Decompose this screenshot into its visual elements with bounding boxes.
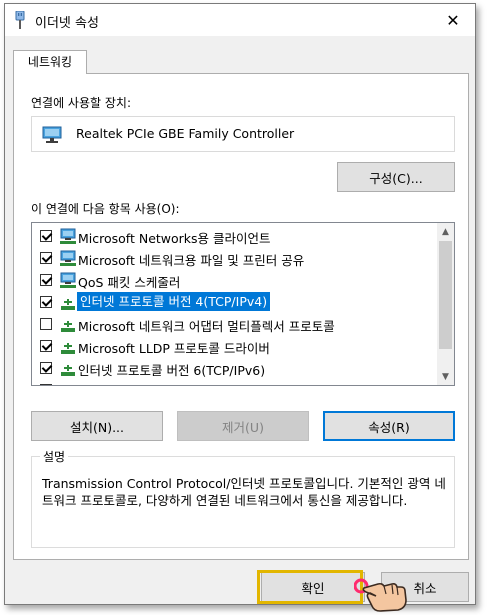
item-checkbox[interactable]: [40, 252, 52, 264]
properties-dialog: 이더넷 속성 ✕ 네트워킹 연결에 사용할 장치: Realtek PCIe G…: [4, 3, 476, 605]
list-item[interactable]: Microsoft 네트워크 어댑터 멀티플렉서 프로토콜: [32, 313, 436, 335]
adapter-name: Realtek PCIe GBE Family Controller: [76, 126, 295, 141]
protocol-icon: [61, 343, 75, 354]
item-checkbox[interactable]: [40, 340, 52, 352]
list-item[interactable]: 인터넷 프로토콜 버전 6(TCP/IPv6): [32, 357, 436, 379]
item-label: 인터넷 프로토콜 버전 4(TCP/IPv4): [77, 292, 271, 311]
protocol-icon: [61, 299, 75, 310]
items-label: 이 연결에 다음 항목 사용(O):: [31, 202, 180, 216]
item-checkbox[interactable]: [40, 230, 52, 242]
item-checkbox[interactable]: [40, 274, 52, 286]
item-label: 인터넷 프로토콜 버전 6(TCP/IPv6): [78, 363, 266, 378]
properties-button[interactable]: 속성(R): [323, 411, 455, 441]
protocol-icon: [61, 321, 75, 332]
item-label: QoS 패킷 스케줄러: [78, 275, 181, 290]
list-item[interactable]: Microsoft Networks용 클라이언트: [32, 225, 436, 247]
protocol-icon: [59, 381, 77, 386]
hand-pointer-icon: [354, 578, 407, 612]
ok-highlight-frame: [257, 570, 363, 604]
item-checkbox[interactable]: [40, 362, 52, 374]
ethernet-plug-icon: [15, 11, 25, 29]
network-adapter-icon: [42, 126, 62, 143]
item-label: Microsoft 네트워크 어댑터 멀티플렉서 프로토콜: [78, 319, 335, 334]
tab-networking[interactable]: 네트워킹: [13, 50, 87, 74]
list-scrollbar[interactable]: ▲ ▼: [437, 223, 454, 385]
list-item[interactable]: 인터넷 프로토콜 버전 4(TCP/IPv4): [32, 291, 436, 313]
close-icon: ✕: [446, 10, 460, 30]
adapter-field: Realtek PCIe GBE Family Controller: [31, 116, 455, 152]
item-label: Microsoft Networks용 클라이언트: [78, 231, 271, 246]
item-checkbox[interactable]: [40, 296, 52, 308]
title-bar: 이더넷 속성 ✕: [5, 4, 475, 36]
list-item[interactable]: Microsoft LLDP 프로토콜 드라이버: [32, 335, 436, 357]
protocol-icon: [61, 365, 75, 376]
description-text: Transmission Control Protocol/인터넷 프로토콜입니…: [42, 476, 446, 508]
uninstall-button[interactable]: 제거(U): [177, 411, 309, 441]
connect-using-label: 연결에 사용할 장치:: [31, 96, 131, 110]
file-printer-share-icon: [60, 250, 76, 266]
scroll-up-icon[interactable]: ▲: [437, 223, 454, 240]
item-checkbox[interactable]: [40, 384, 52, 385]
configure-button[interactable]: 구성(C)...: [337, 162, 455, 192]
item-label: Microsoft LLDP 프로토콜 드라이버: [78, 341, 270, 356]
item-checkbox[interactable]: [40, 318, 52, 330]
components-list[interactable]: Microsoft Networks용 클라이언트 Microsoft 네트워크용…: [31, 222, 455, 386]
close-button[interactable]: ✕: [431, 4, 475, 36]
networking-panel: 연결에 사용할 장치: Realtek PCIe GBE Family Cont…: [13, 73, 469, 560]
window-title: 이더넷 속성: [35, 16, 99, 31]
list-item[interactable]: QoS 패킷 스케줄러: [32, 269, 436, 291]
install-button[interactable]: 설치(N)...: [31, 411, 163, 441]
item-label: Link-Layer Topology Discovery 응답기: [78, 382, 306, 385]
description-group: 설명 Transmission Control Protocol/인터넷 프로토…: [31, 448, 455, 548]
description-title: 설명: [40, 448, 69, 465]
qos-scheduler-icon: [60, 272, 76, 288]
scroll-thumb[interactable]: [439, 241, 452, 349]
list-item[interactable]: Link-Layer Topology Discovery 응답기: [32, 379, 436, 386]
item-label: Microsoft 네트워크용 파일 및 프린터 공유: [78, 253, 305, 268]
network-client-icon: [60, 228, 76, 244]
scroll-down-icon[interactable]: ▼: [437, 368, 454, 385]
list-item[interactable]: Microsoft 네트워크용 파일 및 프린터 공유: [32, 247, 436, 269]
